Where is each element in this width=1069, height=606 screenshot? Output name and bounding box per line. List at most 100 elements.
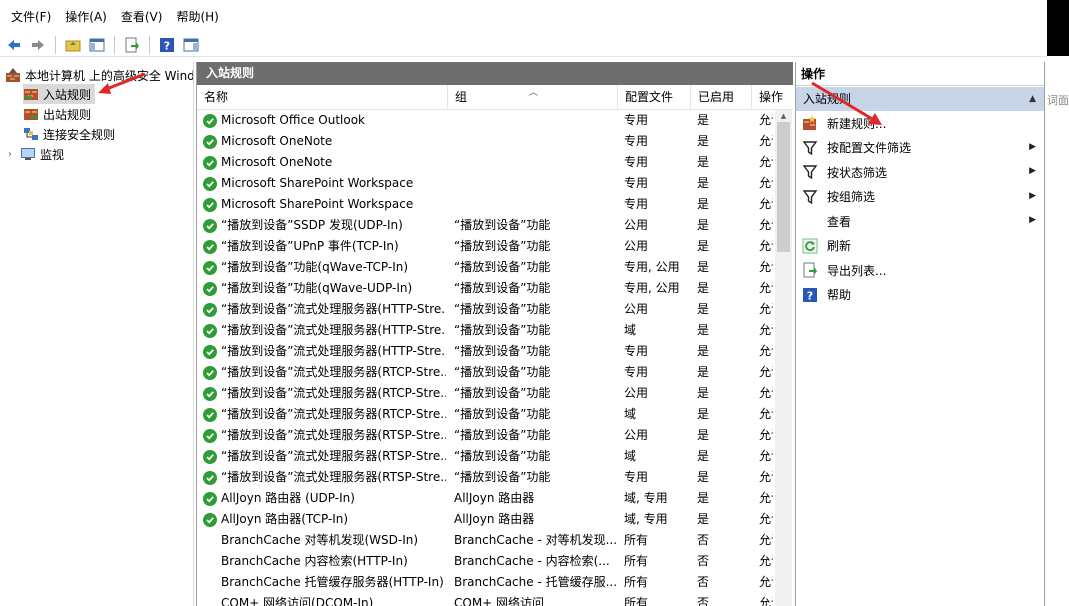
action-item-label: 按状态筛选 [827, 165, 888, 180]
rule-group: COM+ 网络访问 [454, 596, 545, 606]
rule-profile: 专用 [624, 197, 649, 211]
rule-enabled: 否 [697, 596, 710, 606]
forward-button[interactable] [28, 35, 48, 55]
enabled-check-icon [203, 155, 217, 170]
table-row[interactable]: Microsoft OneNote 专用 是 允许 [197, 152, 793, 173]
menu-action[interactable]: 操作(A) [58, 0, 114, 34]
tree-root[interactable]: 本地计算机 上的高级安全 Windows [5, 65, 193, 85]
table-row[interactable]: “播放到设备”流式处理服务器(RTCP-Stre... “播放到设备”功能 专用 是 允… [197, 362, 793, 383]
table-row[interactable]: BranchCache 对等机发现(WSD-In) BranchCache - 对… [197, 530, 793, 551]
action-item[interactable]: 按组筛选 ▶ [796, 185, 1044, 210]
rule-name-cell: Microsoft OneNote [203, 152, 446, 173]
table-row[interactable]: “播放到设备”功能(qWave-UDP-In) “播放到设备”功能 专用, 公用 是 允… [197, 278, 793, 299]
table-row[interactable]: Microsoft OneNote 专用 是 允许 [197, 131, 793, 152]
action-item[interactable]: 刷新 [796, 234, 1044, 259]
collapse-up-icon[interactable]: ▲ [1029, 87, 1036, 111]
vertical-scrollbar[interactable]: ▲ [775, 110, 792, 606]
rule-profile: 公用 [624, 386, 649, 400]
table-row[interactable]: “播放到设备”UPnP 事件(TCP-In) “播放到设备”功能 公用 是 允许 [197, 236, 793, 257]
scrollbar-thumb[interactable] [777, 122, 790, 252]
action-item-label: 刷新 [827, 239, 852, 254]
scroll-up-icon[interactable]: ▲ [775, 110, 792, 122]
action-item[interactable]: 导出列表... [796, 258, 1044, 283]
table-row[interactable]: “播放到设备”SSDP 发现(UDP-In) “播放到设备”功能 公用 是 允许 [197, 215, 793, 236]
rule-action: 允许 [759, 386, 773, 400]
table-row[interactable]: “播放到设备”流式处理服务器(HTTP-Stre... “播放到设备”功能 公用 是 允… [197, 299, 793, 320]
show-hide-action-pane-button[interactable] [181, 35, 201, 55]
table-row[interactable]: BranchCache 托管缓存服务器(HTTP-In) BranchCache … [197, 572, 793, 593]
up-folder-button[interactable] [63, 35, 83, 55]
rule-action: 允许 [759, 155, 773, 169]
menu-help[interactable]: 帮助(H) [169, 0, 225, 34]
blank-icon [802, 213, 818, 229]
rule-action: 允许 [759, 449, 773, 463]
table-row[interactable]: “播放到设备”流式处理服务器(RTCP-Stre... “播放到设备”功能 域 是 允许 [197, 404, 793, 425]
rule-name-cell: “播放到设备”流式处理服务器(HTTP-Stre... [203, 341, 446, 362]
menu-view[interactable]: 查看(V) [114, 0, 170, 34]
tree-item-outbound-rules[interactable]: 出站规则 [23, 104, 91, 124]
rule-group: “播放到设备”功能 [454, 260, 551, 274]
rule-profile: 所有 [624, 596, 649, 606]
rule-group [454, 131, 618, 152]
rule-name-cell: COM+ 网络访问(DCOM-In) [203, 593, 446, 606]
table-row[interactable]: BranchCache 内容检索(HTTP-In) BranchCache - 内… [197, 551, 793, 572]
back-button[interactable] [4, 35, 24, 55]
action-item[interactable]: 按配置文件筛选 ▶ [796, 136, 1044, 161]
rule-action: 允许 [759, 344, 773, 358]
rule-profile: 专用 [624, 155, 649, 169]
rule-name: BranchCache 内容检索(HTTP-In) [221, 554, 408, 568]
action-item[interactable]: ? 帮助 [796, 283, 1044, 308]
rule-name: “播放到设备”流式处理服务器(HTTP-Stre... [221, 323, 446, 337]
rule-profile: 所有 [624, 533, 649, 547]
table-row[interactable]: “播放到设备”流式处理服务器(HTTP-Stre... “播放到设备”功能 域 是 允许 [197, 320, 793, 341]
action-item[interactable]: 按状态筛选 ▶ [796, 160, 1044, 185]
action-item-label: 查看 [827, 214, 852, 229]
table-row[interactable]: “播放到设备”功能(qWave-TCP-In) “播放到设备”功能 专用, 公用 是 允… [197, 257, 793, 278]
tree-item-connection-security-rules[interactable]: 连接安全规则 [23, 124, 115, 144]
enabled-check-icon [203, 512, 217, 527]
enabled-check-icon [203, 323, 217, 338]
column-header-action[interactable]: 操作 [752, 85, 792, 110]
column-header-profile[interactable]: 配置文件 [618, 85, 691, 110]
rule-name-cell: Microsoft OneNote [203, 131, 446, 152]
rule-group: “播放到设备”功能 [454, 344, 551, 358]
action-item[interactable]: 查看 ▶ [796, 209, 1044, 234]
actions-section-header[interactable]: 入站规则 ▲ [796, 87, 1044, 111]
table-row[interactable]: AllJoyn 路由器 (UDP-In) AllJoyn 路由器 域, 专用 是 允许 [197, 488, 793, 509]
action-item[interactable]: 新建规则... [796, 111, 1044, 136]
rule-group: BranchCache - 托管缓存服... [454, 575, 618, 589]
table-row[interactable]: “播放到设备”流式处理服务器(HTTP-Stre... “播放到设备”功能 专用 是 允… [197, 341, 793, 362]
column-header-enabled[interactable]: 已启用 [691, 85, 752, 110]
rule-name-cell: “播放到设备”流式处理服务器(RTSP-Stre... [203, 425, 446, 446]
rule-enabled: 是 [697, 344, 710, 358]
table-row[interactable]: “播放到设备”流式处理服务器(RTSP-Stre... “播放到设备”功能 专用 是 允… [197, 467, 793, 488]
rule-name: Microsoft OneNote [221, 155, 333, 169]
action-item-label: 按配置文件筛选 [827, 141, 912, 156]
table-row[interactable]: “播放到设备”流式处理服务器(RTCP-Stre... “播放到设备”功能 公用 是 允… [197, 383, 793, 404]
rule-action: 允许 [759, 302, 773, 316]
table-row[interactable]: “播放到设备”流式处理服务器(RTSP-Stre... “播放到设备”功能 公用 是 允… [197, 425, 793, 446]
rule-enabled: 是 [697, 407, 710, 421]
table-row[interactable]: Microsoft Office Outlook 专用 是 允许 [197, 110, 793, 131]
rule-action: 允许 [759, 260, 773, 274]
tree-item-label: 出站规则 [43, 107, 92, 122]
rule-profile: 所有 [624, 554, 649, 568]
export-list-button[interactable] [122, 35, 142, 55]
table-row[interactable]: Microsoft SharePoint Workspace 专用 是 允许 [197, 194, 793, 215]
help-button[interactable]: ? [157, 35, 177, 55]
table-row[interactable]: AllJoyn 路由器(TCP-In) AllJoyn 路由器 域, 专用 是 允许 [197, 509, 793, 530]
enabled-check-icon [203, 491, 217, 506]
tree-item-monitoring[interactable]: › 监视 [8, 144, 64, 164]
expand-chevron-icon[interactable]: › [8, 149, 20, 160]
rule-name-cell: Microsoft SharePoint Workspace [203, 194, 446, 215]
table-row[interactable]: Microsoft SharePoint Workspace 专用 是 允许 [197, 173, 793, 194]
tree-item-inbound-rules[interactable]: 入站规则 [23, 84, 96, 104]
enabled-check-icon [203, 260, 217, 275]
show-hide-tree-button[interactable] [87, 35, 107, 55]
firewall-icon [5, 67, 21, 83]
column-header-name[interactable]: 名称 [197, 85, 448, 110]
table-row[interactable]: COM+ 网络访问(DCOM-In) COM+ 网络访问 所有 否 允许 [197, 593, 793, 606]
enabled-check-icon [203, 344, 217, 359]
menu-file[interactable]: 文件(F) [4, 0, 58, 34]
table-row[interactable]: “播放到设备”流式处理服务器(RTSP-Stre... “播放到设备”功能 域 是 允许 [197, 446, 793, 467]
